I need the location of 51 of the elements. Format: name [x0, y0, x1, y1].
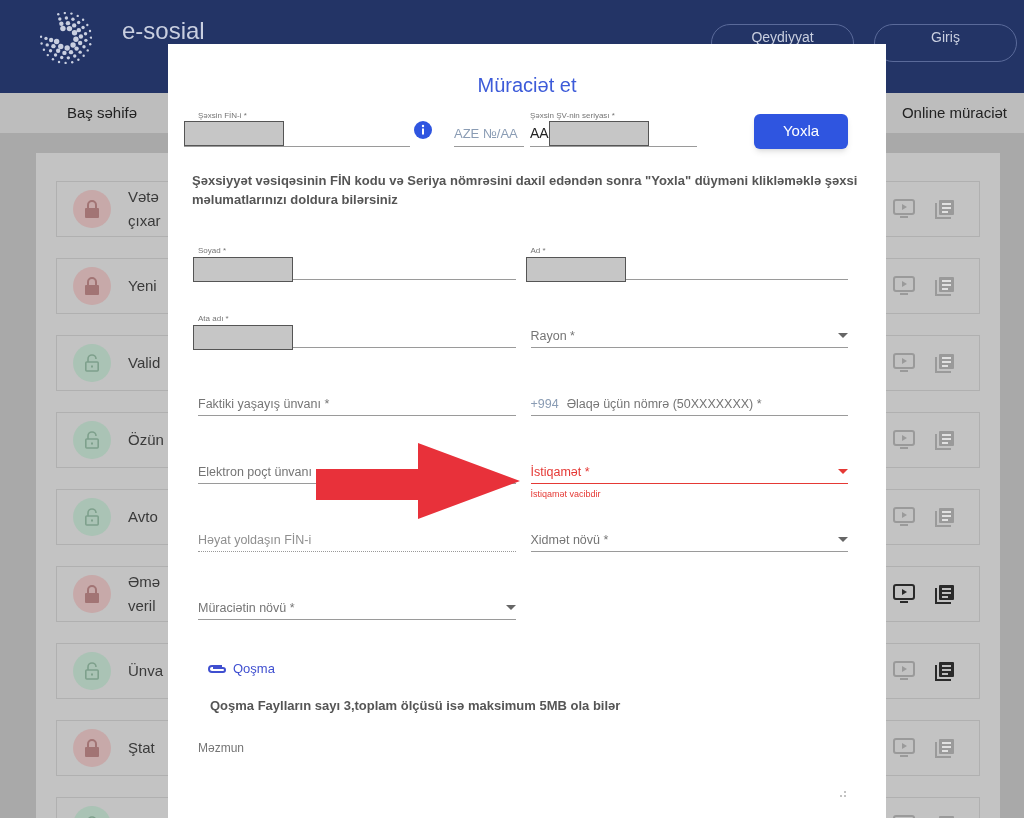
dropdown-field[interactable]: Müraciətin növü * [198, 597, 516, 619]
lock-icon [73, 190, 111, 228]
error-message: İstiqamət vacibdir [530, 488, 602, 501]
dropdown-caret-icon [838, 537, 848, 542]
lock-icon [73, 267, 111, 305]
document-icon[interactable] [935, 584, 955, 604]
service-title: Ştat [128, 738, 155, 758]
unlocked-icon [73, 498, 111, 536]
service-title: Vətə [128, 187, 160, 207]
lock-icon [73, 575, 111, 613]
input-field[interactable]: +994 Əlaqə üçün nömrə (50XXXXXXX) * [530, 393, 762, 415]
dropdown-field[interactable]: Xidmət növü * [530, 529, 848, 551]
play-screen-icon[interactable] [893, 584, 915, 604]
input-field[interactable]: Faktiki yaşayış ünvanı * [198, 393, 330, 415]
unlocked-icon [73, 652, 111, 690]
service-title: Özün [128, 430, 164, 450]
service-title: Avto [128, 507, 158, 527]
input-field[interactable]: Ata adı * [198, 311, 516, 348]
lock-icon [73, 729, 111, 767]
service-title: çıxar [128, 211, 161, 231]
service-title: veril [128, 596, 157, 616]
service-title: Yeni [128, 276, 157, 296]
unlocked-icon [73, 344, 111, 382]
dropdown-caret-icon [838, 333, 848, 338]
resize-handle-icon [840, 791, 846, 797]
input-field[interactable]: Şəxsin ŞV-nin seriyası * AA [530, 111, 697, 147]
dialog-title: Müraciət et [476, 73, 578, 97]
info-icon[interactable] [414, 121, 432, 139]
nav-link[interactable]: Baş səhifə [67, 101, 138, 125]
content-field[interactable]: Məzmun [198, 735, 848, 799]
input-field[interactable]: Elektron poçt ünvanı [198, 461, 312, 483]
logo-icon [40, 12, 92, 64]
input-field[interactable]: Şəxsin FİN-i * [184, 111, 410, 147]
instruction-text: Şəxsiyyət vəsiqəsinin FİN kodu və Seriya nömrəsini daxil edəndən sonra "Yoxla" düyməni klikləməklə şəxsi məlumatlarınızı doldura bilərsiniz [191, 172, 859, 209]
dropdown-field[interactable]: Rayon * [530, 325, 848, 347]
unlocked-icon [73, 421, 111, 459]
nav-link[interactable]: Online müraciət [901, 101, 1007, 125]
input-field[interactable]: Soyad * [198, 243, 516, 280]
attachment-note: Qoşma Faylların sayı 3,toplam ölçüsü isə maksimum 5MB ola bilər [209, 696, 622, 715]
input-field[interactable]: Ad * [530, 243, 848, 280]
attachment-link[interactable]: Qoşma [233, 659, 275, 679]
check-button[interactable]: Yoxla [754, 114, 848, 149]
service-title: Ünva [128, 661, 164, 681]
dropdown-field[interactable]: İstiqamət * [530, 461, 848, 483]
service-title: Əmə [128, 572, 161, 592]
dropdown-caret-icon [505, 605, 516, 610]
paperclip-icon [207, 663, 227, 674]
input-field[interactable]: AZE №/AA [454, 111, 524, 147]
brand-name: e-sosial [122, 18, 205, 44]
service-title: Valid [128, 353, 161, 373]
document-icon[interactable] [935, 661, 955, 681]
